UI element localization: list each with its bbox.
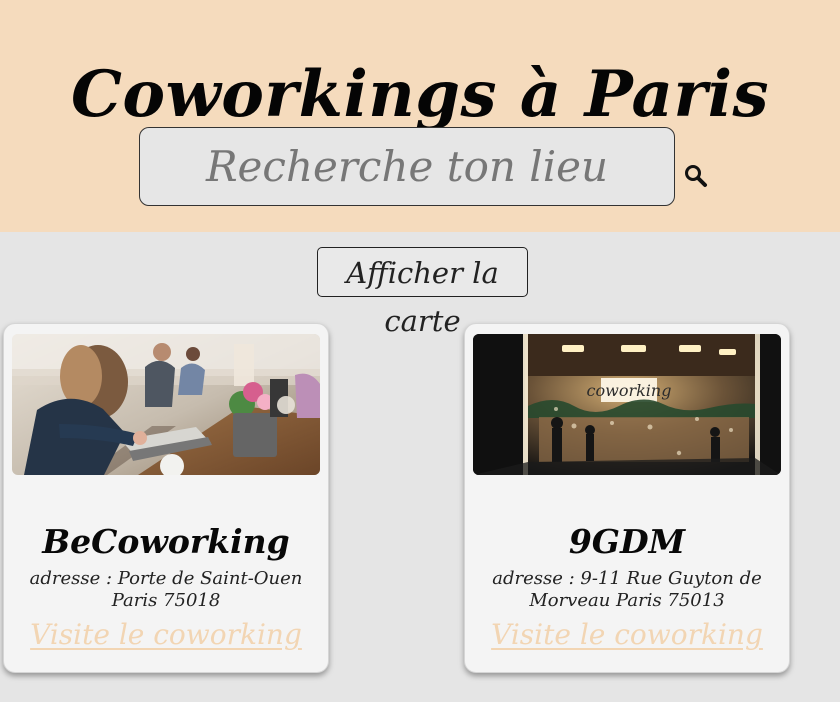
coworking-title: 9GDM <box>568 522 686 562</box>
search-icon[interactable] <box>683 163 709 189</box>
show-map-button[interactable]: Afficher la carte <box>317 247 528 338</box>
coworking-title: BeCoworking <box>42 522 290 562</box>
coworking-address: adresse : 9-11 Rue Guyton de Morveau Par… <box>492 568 762 611</box>
coworking-card-becoworking: BeCoworking adresse : Porte de Saint-Oue… <box>3 323 329 673</box>
visit-coworking-link[interactable]: Visite le coworking <box>4 618 328 652</box>
coworking-photo-9gdm: coworking <box>473 334 781 475</box>
coworking-sign-text: coworking <box>587 381 672 400</box>
coworking-card-9gdm: coworking 9GDM adresse : 9-11 Rue Guyton… <box>464 323 790 673</box>
visit-coworking-link[interactable]: Visite le coworking <box>465 618 789 652</box>
coworking-address: adresse : Porte de Saint-Ouen Paris 7501… <box>29 568 303 611</box>
search-input[interactable] <box>139 127 675 206</box>
page-title: Coworkings à Paris <box>70 56 770 132</box>
page-header: Coworkings à Paris <box>0 0 840 232</box>
coworking-photo-becoworking <box>12 334 320 475</box>
